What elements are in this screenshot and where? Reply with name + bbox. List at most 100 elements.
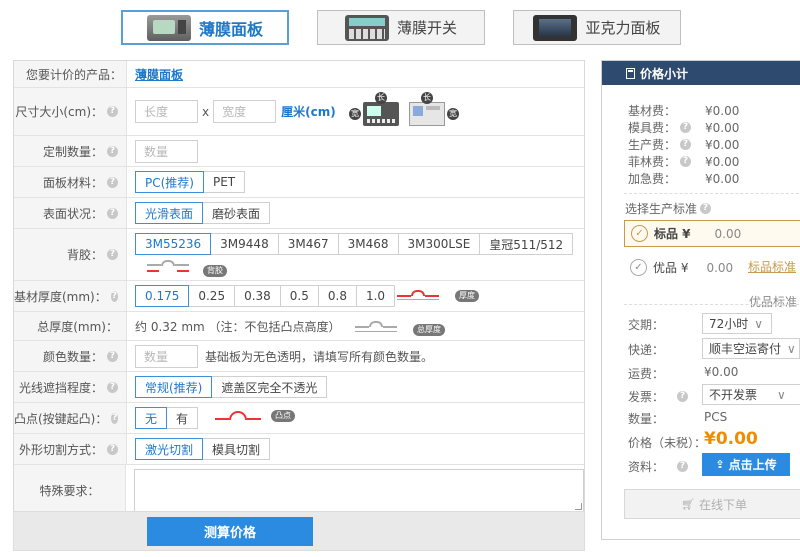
thickness-option-0175[interactable]: 0.175 <box>135 285 190 307</box>
resize-handle-icon[interactable] <box>575 503 582 510</box>
adhesive-tag: 背胶 <box>203 265 227 277</box>
calculate-price-button[interactable]: 测算价格 <box>147 517 313 546</box>
tab-label: 薄膜开关 <box>396 19 457 37</box>
adhesive-option-3m55236[interactable]: 3M55236 <box>135 233 212 255</box>
material-label: 面板材料： <box>42 175 103 190</box>
shipping-row: 快递： <box>628 341 664 358</box>
help-icon[interactable]: ? <box>107 249 118 260</box>
premium-label: 优品 ¥ <box>653 261 689 275</box>
material-option-pc[interactable]: PC(推荐) <box>135 171 204 193</box>
premium-tooltip: 优品标准 <box>749 295 798 309</box>
help-icon[interactable]: ? <box>677 391 689 402</box>
calc-bar: 测算价格 <box>13 511 585 551</box>
dim-long-badge: 长 <box>375 92 387 104</box>
product-content: 薄膜面板 <box>127 61 584 87</box>
shipping-select[interactable]: 顺丰空运寄付 ∨ <box>702 338 800 359</box>
help-icon[interactable]: ? <box>107 350 118 362</box>
fee-label: 生产费： <box>628 138 677 152</box>
fee-mold: 模具费：? ¥0.00 <box>628 119 739 136</box>
bump-label: 凸点(按键起凸)： <box>14 411 108 426</box>
help-icon[interactable]: ? <box>677 461 689 472</box>
check-icon: ✓ <box>630 259 647 276</box>
special-requirements-textarea[interactable] <box>134 469 584 512</box>
cutting-label: 外形切割方式： <box>18 442 103 457</box>
delivery-select[interactable]: 72小时 ∨ <box>702 313 772 334</box>
tab-acrylic-panel[interactable]: 亚克力面板 <box>513 10 681 45</box>
colors-label: 颜色数量： <box>42 349 103 364</box>
light-option-opaque[interactable]: 遮盖区完全不透光 <box>211 376 328 398</box>
surface-content: 光滑表面 磨砂表面 <box>127 198 584 228</box>
color-count-input[interactable]: 数量 <box>135 344 198 368</box>
help-icon[interactable]: ? <box>107 381 118 393</box>
standard-option-standard[interactable]: ✓ 标品 ¥ 0.00 <box>624 220 800 247</box>
size-label: 尺寸大小(cm)： <box>15 105 103 119</box>
place-order-button[interactable]: 🛒︎ 在线下单 <box>624 489 800 519</box>
bump-diagram-icon: 凸点 <box>215 408 315 428</box>
help-icon[interactable]: ? <box>110 290 118 302</box>
panel-header: 价格小计 <box>602 61 800 85</box>
check-icon: ✓ <box>631 225 648 242</box>
thickness-option-05[interactable]: 0.5 <box>279 285 319 307</box>
bump-label-cell: 凸点(按键起凸)： ? <box>14 403 127 433</box>
row-cutting: 外形切割方式： ? 激光切割 模具切割 <box>14 434 584 465</box>
help-icon[interactable]: ? <box>107 176 118 188</box>
upload-label: 点击上传 <box>728 458 777 472</box>
adhesive-option-3m467[interactable]: 3M467 <box>277 233 339 255</box>
thickness-option-038[interactable]: 0.38 <box>234 285 281 307</box>
dim-wide-badge: 宽 <box>349 108 361 120</box>
adhesive-content: 3M55236 3M9448 3M467 3M468 3M300LSE 皇冠51… <box>127 229 584 280</box>
cutting-option-die[interactable]: 模具切割 <box>202 438 271 460</box>
tab-membrane-switch[interactable]: 薄膜开关 <box>317 10 485 45</box>
help-icon[interactable]: ? <box>107 106 118 117</box>
invoice-select[interactable]: 不开发票 ∨ <box>702 384 800 405</box>
thickness-label: 基材厚度(mm)： <box>14 289 107 304</box>
help-icon[interactable]: ? <box>107 207 118 219</box>
surface-option-matte[interactable]: 磨砂表面 <box>202 202 271 224</box>
price-label: 价格（未税）： <box>628 436 707 450</box>
bump-content: 无 有 凸点 <box>127 403 584 433</box>
fee-label: 菲林费： <box>628 155 677 169</box>
adhesive-option-3m9448[interactable]: 3M9448 <box>210 233 279 255</box>
cutting-content: 激光切割 模具切割 <box>127 434 584 464</box>
quantity-input[interactable]: 数量 <box>135 139 198 163</box>
cutting-option-laser[interactable]: 激光切割 <box>135 438 204 460</box>
adhesive-label-cell: 背胶： ? <box>14 229 127 280</box>
product-name[interactable]: 薄膜面板 <box>135 66 183 83</box>
length-input[interactable]: 长度 <box>135 100 198 123</box>
help-icon[interactable]: ? <box>680 139 692 150</box>
calculator-icon <box>626 67 635 79</box>
help-icon[interactable]: ? <box>700 203 712 214</box>
tab-label: 薄膜面板 <box>198 19 263 39</box>
quantity-content: 数量 <box>127 136 584 166</box>
tab-membrane-panel[interactable]: 薄膜面板 <box>121 10 289 45</box>
special-label-cell: 特殊要求： <box>14 465 126 516</box>
product-label: 您要计价的产品： <box>14 61 127 87</box>
light-label-cell: 光线遮挡程度： ? <box>14 372 127 402</box>
adhesive-option-crown[interactable]: 皇冠511/512 <box>479 233 574 255</box>
dim-long-badge: 长 <box>421 92 433 104</box>
help-icon[interactable]: ? <box>680 122 692 133</box>
help-icon[interactable]: ? <box>680 156 692 167</box>
fee-label: 加急费： <box>628 172 677 186</box>
upload-button[interactable]: ⇪ 点击上传 <box>702 453 790 476</box>
light-option-normal[interactable]: 常规(推荐) <box>135 376 213 398</box>
help-icon[interactable]: ? <box>107 145 118 157</box>
bump-option-yes[interactable]: 有 <box>166 407 199 429</box>
row-surface: 表面状况： ? 光滑表面 磨砂表面 <box>14 198 584 229</box>
thickness-option-10[interactable]: 1.0 <box>355 285 396 307</box>
help-icon[interactable]: ? <box>111 412 118 424</box>
light-label: 光线遮挡程度： <box>18 380 103 395</box>
divider <box>624 304 800 305</box>
adhesive-option-3m468[interactable]: 3M468 <box>337 233 399 255</box>
adhesive-option-3m300lse[interactable]: 3M300LSE <box>397 233 481 255</box>
material-option-pet[interactable]: PET <box>202 171 246 193</box>
surface-option-smooth[interactable]: 光滑表面 <box>135 202 204 224</box>
thickness-option-08[interactable]: 0.8 <box>317 285 357 307</box>
bump-option-no[interactable]: 无 <box>135 407 168 429</box>
chevron-down-icon: ∨ <box>754 316 764 331</box>
thickness-option-025[interactable]: 0.25 <box>188 285 236 307</box>
cart-icon: 🛒︎ <box>681 497 695 511</box>
width-input[interactable]: 宽度 <box>213 100 277 123</box>
fee-value: ¥0.00 <box>705 154 740 169</box>
help-icon[interactable]: ? <box>107 443 118 455</box>
